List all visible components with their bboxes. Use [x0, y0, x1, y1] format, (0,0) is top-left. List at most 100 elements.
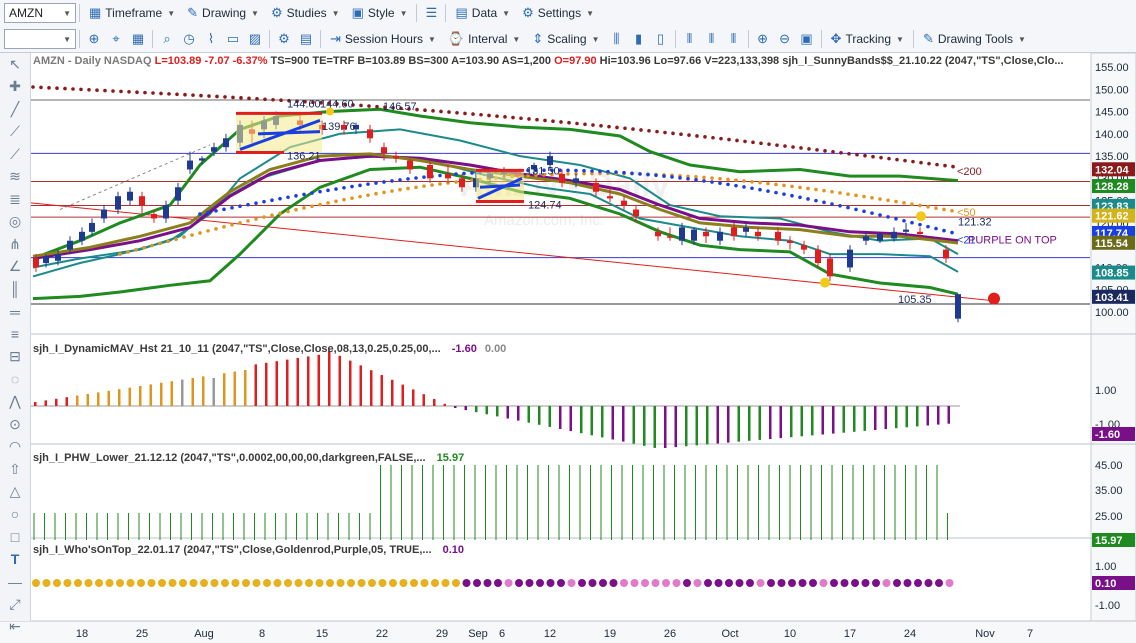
session-hours-menu[interactable]: ⇥ Session Hours ▼ — [324, 28, 442, 50]
signal-dot — [916, 211, 926, 222]
candle-body — [775, 231, 781, 241]
candle-body — [427, 165, 433, 179]
date-axis-label: Sep — [468, 628, 488, 640]
link-icon[interactable]: ☰ — [421, 3, 441, 23]
candle-alt-icon[interactable]: ▯ — [651, 29, 671, 49]
date-axis-label: Nov — [975, 628, 995, 640]
volume-profile-icon[interactable]: ⦀ — [724, 29, 744, 49]
window-icon[interactable]: ▣ — [797, 29, 817, 49]
panel3-dot — [462, 579, 471, 587]
panel1-histogram-bar — [370, 370, 373, 406]
scaling-menu[interactable]: ⇕ Scaling ▼ — [526, 28, 605, 50]
pointer-icon[interactable]: ↖ — [0, 53, 30, 76]
minus-icon[interactable]: — — [0, 571, 30, 594]
collapse-icon[interactable]: ⇤ — [0, 616, 30, 639]
volume-alt-icon[interactable]: ⦀ — [702, 29, 722, 49]
price-axis-label: 100.00 — [1095, 307, 1129, 319]
style-menu[interactable]: ▣ Style ▼ — [346, 2, 414, 24]
ma200-dot — [39, 85, 43, 90]
ma200-dot — [119, 89, 123, 94]
pitchfork-icon[interactable]: ⋔ — [0, 233, 30, 256]
triangle-icon[interactable]: △ — [0, 481, 30, 504]
data-menu[interactable]: ▤ Data ▼ — [449, 2, 516, 24]
chart-icon[interactable]: ⌇ — [201, 29, 221, 49]
panel1-title: sjh_I_DynamicMAV_Hst 21_10_11 (2047,"TS"… — [33, 343, 506, 355]
ma21-dot — [262, 199, 266, 204]
panel1-histogram-bar — [779, 406, 782, 439]
cycle-icon[interactable]: ⊙ — [0, 413, 30, 436]
panel3-dot — [809, 579, 817, 587]
ma21-dot — [854, 207, 858, 212]
panel3-dot — [147, 579, 156, 587]
timeframe-menu[interactable]: ▦ Timeframe ▼ — [83, 2, 181, 24]
bar-chart-icon[interactable]: ⫼ — [607, 29, 627, 49]
expand-icon[interactable]: ⤢ — [0, 593, 30, 616]
studies-menu[interactable]: ⚙ Studies ▼ — [265, 2, 346, 24]
gear-icon: ⚙ — [522, 5, 534, 20]
zoom-icon[interactable]: ⌕ — [157, 29, 177, 49]
ma21-dot — [638, 172, 642, 176]
panel1-histogram-bar — [181, 379, 184, 406]
horizontal-line-icon[interactable]: ═ — [0, 301, 30, 324]
panel3-dot — [557, 579, 565, 587]
panel1-histogram-bar — [233, 371, 236, 406]
tracking-menu[interactable]: ✥ Tracking ▼ — [825, 28, 910, 50]
interval-menu[interactable]: ⌚ Interval ▼ — [442, 28, 526, 50]
fib-icon[interactable]: ≣ — [0, 188, 30, 211]
rectangle-icon[interactable]: □ — [0, 526, 30, 549]
drawing-tools-menu[interactable]: ✎ Drawing Tools ▼ — [917, 28, 1032, 50]
clock-icon[interactable]: ◷ — [179, 29, 199, 49]
volume-icon[interactable]: ⦀ — [680, 29, 700, 49]
chevron-down-icon: ▼ — [591, 34, 600, 44]
panel3-dot — [242, 579, 250, 587]
zoom-out-icon[interactable]: ⊖ — [775, 29, 795, 49]
panel1-histogram-bar — [76, 395, 79, 406]
settings-menu[interactable]: ⚙ Settings ▼ — [516, 2, 600, 24]
angle-icon[interactable]: ∠ — [0, 256, 30, 279]
panel3-dot — [662, 579, 670, 587]
format-icon[interactable]: ▤ — [296, 29, 316, 49]
grid-icon[interactable]: ▦ — [128, 29, 148, 49]
panel3-dot — [74, 579, 82, 587]
gann-icon[interactable]: ◎ — [0, 211, 30, 234]
ma50-dot — [830, 189, 834, 194]
arc-icon[interactable]: ◠ — [0, 436, 30, 459]
vertical-line-icon[interactable]: ║ — [0, 278, 30, 301]
ray-icon[interactable]: ⟋ — [0, 143, 30, 166]
ma21-dot — [406, 177, 410, 181]
panel3-dot — [221, 579, 229, 587]
chart-annotation: 124.74 — [528, 200, 562, 212]
spiral-icon[interactable]: ◌ — [0, 368, 30, 391]
ma21-dot — [622, 170, 626, 175]
chart-type-icon[interactable]: ▭ — [223, 29, 243, 49]
image-icon[interactable]: ▨ — [245, 29, 265, 49]
line-icon[interactable]: ╱ — [0, 98, 30, 121]
ma21-dot — [414, 176, 418, 180]
toolbar-divider — [747, 30, 749, 48]
candle-body — [101, 209, 107, 219]
panel1-value: -1.60 — [451, 343, 477, 355]
text-tool-icon[interactable]: T — [0, 548, 30, 571]
crosshair-icon[interactable]: ⊕ — [84, 29, 104, 49]
ma50-dot — [142, 245, 146, 250]
ma21-dot — [702, 179, 706, 183]
zoom-in-icon[interactable]: ⊕ — [753, 29, 773, 49]
chart-annotation: 144.60 — [320, 99, 354, 111]
trendline-icon[interactable]: ⟋ — [0, 121, 30, 144]
template-select[interactable]: ▼ — [4, 29, 76, 49]
zigzag-icon[interactable]: ⋀ — [0, 391, 30, 414]
cursor-icon[interactable]: ⌖ — [106, 29, 126, 49]
measure-icon[interactable]: ⊟ — [0, 346, 30, 369]
candle-icon[interactable]: ▮ — [629, 29, 649, 49]
ma50-dot — [886, 198, 890, 203]
panel3-dot — [683, 579, 691, 587]
crosshair-icon[interactable]: ✚ — [0, 76, 30, 99]
arrow-up-icon[interactable]: ⇧ — [0, 458, 30, 481]
channel-icon[interactable]: ≋ — [0, 166, 30, 189]
ruler-icon[interactable]: ≡ — [0, 323, 30, 346]
ellipse-icon[interactable]: ○ — [0, 503, 30, 526]
symbol-input[interactable]: AMZN ▼ — [4, 3, 76, 23]
ma21-dot — [902, 218, 906, 223]
drawing-menu[interactable]: ✎ Drawing ▼ — [181, 2, 265, 24]
settings-icon[interactable]: ⚙ — [274, 29, 294, 49]
